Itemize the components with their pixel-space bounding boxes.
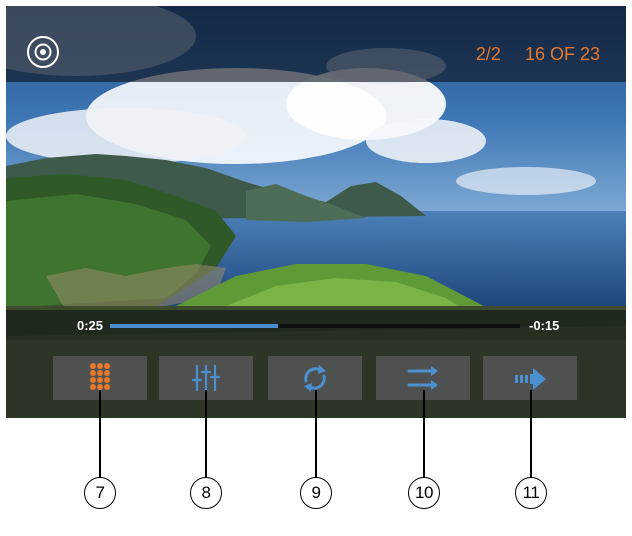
callout-9: 9: [300, 477, 332, 509]
callout-line-7: [99, 390, 101, 478]
callout-line-10: [423, 390, 425, 478]
callout-7: 7: [84, 477, 116, 509]
callout-10: 10: [408, 477, 440, 509]
callout-line-9: [315, 390, 317, 478]
track-info: 2/2 16 OF 23: [476, 44, 600, 64]
callout-line-11: [530, 390, 532, 478]
remaining-time: -0:15: [529, 318, 560, 333]
track-indicator: 16 OF 23: [524, 44, 600, 64]
callout-line-8: [205, 390, 207, 478]
page-indicator: 2/2: [475, 44, 501, 64]
status-bar: 2/2 16 OF 23: [6, 6, 626, 82]
disc-icon[interactable]: [26, 35, 60, 69]
elapsed-time: 0:25: [77, 318, 104, 333]
progress-row: 0:25 -0:15: [6, 310, 626, 340]
progress-bar[interactable]: [110, 324, 520, 328]
photo-viewer-screen: 2/2 16 OF 23 0:25 -0:15: [6, 6, 626, 418]
callout-11: 11: [515, 477, 547, 509]
callout-8: 8: [190, 477, 222, 509]
progress-bar-fill: [110, 324, 279, 328]
